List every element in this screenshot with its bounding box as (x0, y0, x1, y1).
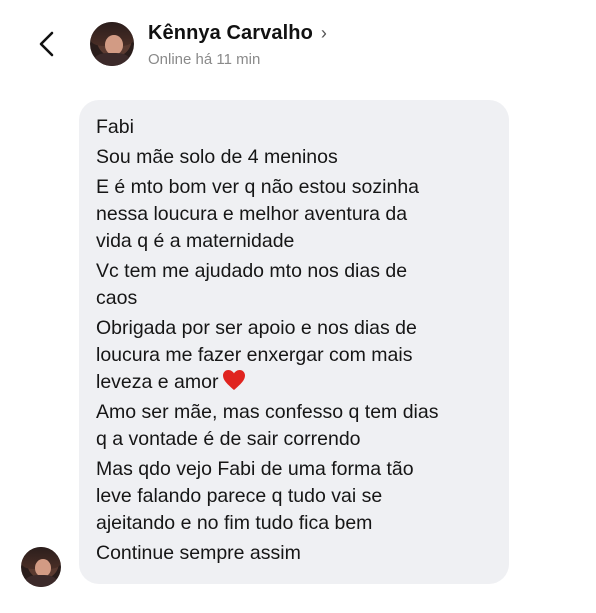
message-line: Amo ser mãe, mas confesso q tem dias (96, 401, 439, 423)
message-line: vida q é a maternidade (96, 230, 295, 252)
online-status: Online há 11 min (148, 51, 261, 68)
message-line: Vc tem me ajudado mto nos dias de (96, 260, 408, 282)
chevron-left-icon (39, 31, 54, 57)
message-line: Sou mãe solo de 4 meninos (96, 146, 338, 168)
message-line: ajeitando e no fim tudo fica bem (96, 512, 373, 534)
message-bubble[interactable]: Fabi Sou mãe solo de 4 meninos E é mto b… (79, 100, 509, 584)
sender-avatar[interactable] (21, 547, 61, 587)
message-line: Continue sempre assim (96, 542, 301, 564)
message-text: leveza e amor (96, 371, 219, 393)
message-line: leve falando parece q tudo vai se (96, 485, 383, 507)
chevron-right-icon: › (320, 23, 327, 43)
red-heart-icon (223, 370, 246, 390)
contact-name: Kênnya Carvalho (148, 22, 313, 44)
chat-header: Kênnya Carvalho › Online há 11 min (0, 0, 596, 90)
message-line: E é mto bom ver q não estou sozinha (96, 176, 420, 198)
message-line: Mas qdo vejo Fabi de uma forma tão (96, 458, 414, 480)
message-line: loucura me fazer enxergar com mais (96, 344, 413, 366)
message-line: q a vontade é de sair correndo (96, 428, 361, 450)
message-line: Fabi (96, 116, 134, 138)
back-button[interactable] (30, 26, 66, 62)
message-line: nessa loucura e melhor aventura da (96, 203, 408, 225)
message-line-with-emoji: leveza e amor (96, 369, 499, 396)
contact-profile-link[interactable]: Kênnya Carvalho › (148, 22, 327, 45)
message-line: Obrigada por ser apoio e nos dias de (96, 317, 417, 339)
contact-avatar[interactable] (90, 22, 134, 66)
message-line: caos (96, 287, 138, 309)
